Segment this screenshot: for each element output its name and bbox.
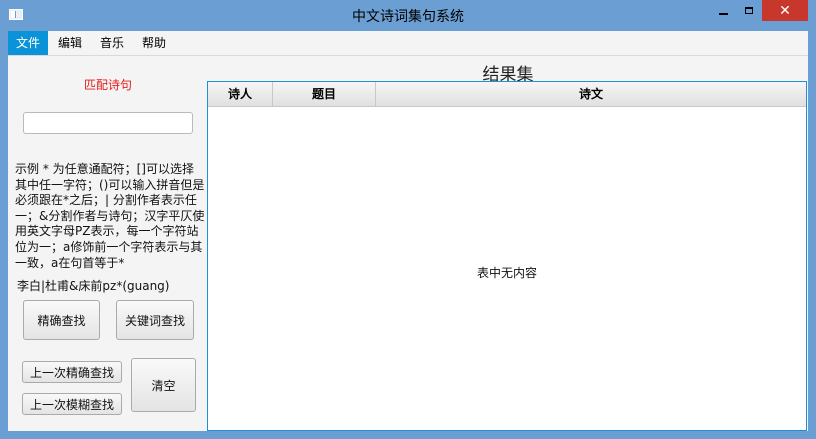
title-bar[interactable]: 中文诗词集句系统 ✕ [0, 0, 816, 31]
last-fuzzy-search-button[interactable]: 上一次模糊查找 [22, 393, 122, 415]
watermark: CSDN @biyezuopin [677, 382, 802, 397]
menu-bar: 文件 编辑 音乐 帮助 [8, 31, 808, 56]
search-input[interactable] [23, 112, 193, 134]
search-panel: 匹配诗句 示例 * 为任意通配符；[]可以选择其中任一字符；()可以输入拼音但是… [8, 56, 208, 431]
close-icon: ✕ [779, 2, 791, 19]
close-button[interactable]: ✕ [762, 0, 808, 21]
column-header-text[interactable]: 诗文 [376, 82, 806, 106]
menu-file[interactable]: 文件 [8, 31, 49, 55]
last-exact-search-button[interactable]: 上一次精确查找 [22, 361, 122, 383]
minimize-button[interactable] [710, 0, 736, 21]
empty-table-message: 表中无内容 [476, 266, 537, 280]
column-header-poet[interactable]: 诗人 [208, 82, 273, 106]
table-header: 诗人 题目 诗文 [208, 82, 806, 107]
app-window: 中文诗词集句系统 ✕ 文件 编辑 音乐 帮助 匹配诗句 示例 * 为任意通配符；… [0, 0, 816, 439]
maximize-button[interactable] [736, 0, 762, 21]
window-title: 中文诗词集句系统 [352, 9, 464, 25]
clear-button[interactable]: 清空 [131, 358, 196, 412]
menu-music[interactable]: 音乐 [92, 31, 132, 55]
match-title: 匹配诗句 [83, 78, 132, 92]
sample-query: 李白|杜甫&床前pz*(guang) [17, 279, 170, 293]
results-table[interactable]: 诗人 题目 诗文 表中无内容 [207, 81, 807, 431]
client-area: 文件 编辑 音乐 帮助 匹配诗句 示例 * 为任意通配符；[]可以选择其中任一字… [8, 31, 808, 431]
keyword-search-button[interactable]: 关键词查找 [116, 300, 194, 340]
exact-search-button[interactable]: 精确查找 [23, 300, 100, 340]
menu-help[interactable]: 帮助 [134, 31, 174, 55]
syntax-help-text: 示例 * 为任意通配符；[]可以选择其中任一字符；()可以输入拼音但是必须跟在*… [15, 162, 205, 270]
column-header-title[interactable]: 题目 [273, 82, 376, 106]
menu-edit[interactable]: 编辑 [50, 31, 90, 55]
maximize-icon [745, 7, 753, 14]
minimize-icon [718, 12, 728, 15]
